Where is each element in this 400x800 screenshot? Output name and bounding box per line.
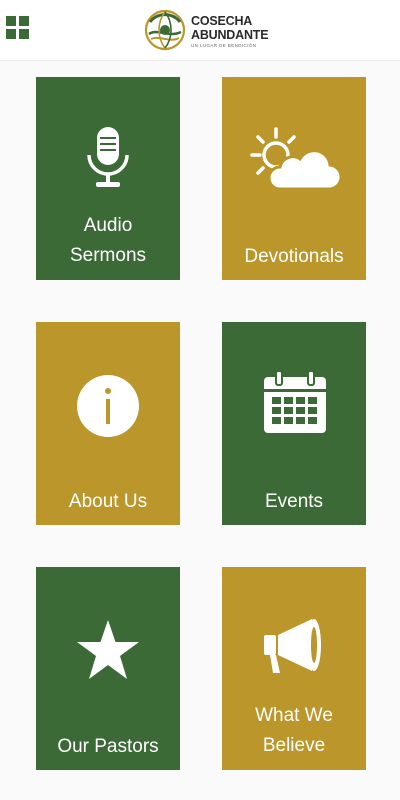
logo-tagline: UN LUGAR DE BENDICIÓN	[191, 43, 257, 48]
brand-logo[interactable]: COSECHA ABUNDANTE UN LUGAR DE BENDICIÓN	[143, 8, 273, 52]
logo-line1: COSECHA	[191, 14, 253, 28]
tile-label: About Us	[36, 487, 180, 517]
tile-our-pastors[interactable]: Our Pastors	[36, 567, 180, 770]
tile-what-we-believe[interactable]: What We Believe	[222, 567, 366, 770]
tile-label-line1: Events	[264, 491, 324, 512]
tile-devotionals[interactable]: Devotionals	[222, 77, 366, 280]
tile-label-line1: Audio	[83, 215, 133, 236]
tile-label-line1: Devotionals	[244, 246, 344, 267]
tile-label: What We Believe	[222, 701, 366, 761]
sun-cloud-icon	[250, 127, 340, 191]
tile-audio-sermons[interactable]: Audio Sermons	[36, 77, 180, 280]
logo-text: COSECHA ABUNDANTE UN LUGAR DE BENDICIÓN	[191, 14, 269, 49]
tile-label-line2: Sermons	[69, 245, 147, 266]
tile-events[interactable]: Events	[222, 322, 366, 525]
app-header: COSECHA ABUNDANTE UN LUGAR DE BENDICIÓN	[0, 0, 400, 61]
logo-line2: ABUNDANTE	[191, 27, 269, 42]
tile-label-line1: What We	[255, 705, 333, 726]
tile-label: Our Pastors	[36, 732, 180, 762]
tile-label: Events	[222, 487, 366, 517]
app-screen: COSECHA ABUNDANTE UN LUGAR DE BENDICIÓN …	[0, 0, 400, 800]
globe-logo-icon	[144, 9, 186, 51]
tile-label-line1: Our Pastors	[57, 736, 159, 757]
tile-label-line2: Believe	[262, 735, 326, 756]
info-icon	[77, 375, 139, 437]
calendar-icon	[264, 371, 326, 433]
star-icon	[77, 620, 139, 679]
tile-about-us[interactable]: About Us	[36, 322, 180, 525]
tile-label: Audio Sermons	[36, 211, 180, 271]
tile-label: Devotionals	[222, 242, 366, 272]
microphone-icon	[87, 127, 129, 187]
menu-button[interactable]	[6, 16, 34, 44]
tile-label-line1: About Us	[68, 491, 148, 512]
megaphone-icon	[264, 619, 321, 673]
